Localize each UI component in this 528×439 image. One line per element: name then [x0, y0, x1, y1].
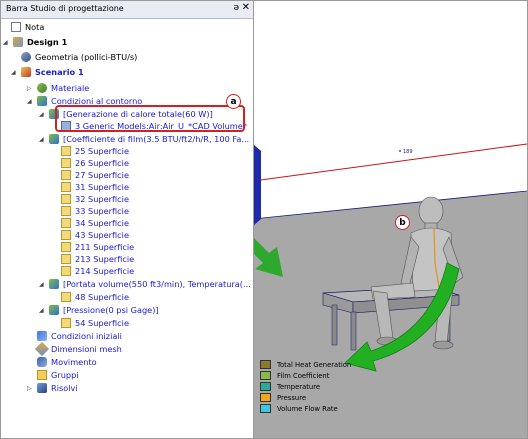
legend-label: Total Heat Generation: [277, 361, 352, 369]
tree-item-portata-volume[interactable]: ◢ [Portata volume(550 ft3/min), Temperatu…: [39, 278, 251, 291]
dimension-label: 189: [403, 149, 413, 155]
surface-icon: [61, 253, 71, 264]
initial-conditions-icon: [37, 330, 47, 341]
groups-icon: [37, 369, 47, 380]
tree-label: Nota: [25, 22, 45, 32]
surface-icon: [61, 157, 71, 168]
geometry-icon: [21, 51, 31, 62]
surface-icon: [61, 145, 71, 156]
collapse-arrow-icon[interactable]: ◢: [39, 133, 44, 146]
tree-item-surface[interactable]: 48 Superficie: [61, 291, 129, 304]
tree-label: Condizioni iniziali: [51, 331, 122, 341]
collapse-arrow-icon[interactable]: ◢: [39, 304, 44, 317]
tree-item-risolvi[interactable]: ▷ Risolvi: [27, 382, 78, 395]
tree-label: 54 Superficie: [75, 318, 129, 328]
tree-label: [Pressione(0 psi Gage)]: [63, 305, 159, 315]
legend-label: Pressure: [277, 394, 307, 402]
tree-item-nota[interactable]: Nota: [11, 21, 44, 34]
tree-item-surface[interactable]: 214 Superficie: [61, 265, 134, 278]
surface-icon: [61, 229, 71, 240]
tree-label: Geometria (pollici-BTU/s): [35, 52, 138, 62]
tree-label: 214 Superficie: [75, 266, 135, 276]
legend-item: Temperature: [260, 381, 351, 393]
legend-item: Volume Flow Rate: [260, 403, 351, 415]
boundary-condition-icon: [49, 304, 59, 315]
legend-item: Total Heat Generation: [260, 359, 352, 371]
material-icon: [37, 82, 47, 93]
collapse-arrow-icon[interactable]: ◢: [3, 36, 8, 49]
collapse-arrow-icon[interactable]: ◢: [39, 108, 44, 121]
surface-icon: [61, 193, 71, 204]
tree-label: Movimento: [51, 357, 97, 367]
tree-label: Design 1: [27, 37, 68, 47]
legend-item: Pressure: [260, 392, 351, 404]
panel-header: Barra Studio di progettazione ə ✕: [1, 1, 253, 19]
callout-a: a: [226, 94, 241, 109]
pin-icon[interactable]: ə: [233, 3, 239, 13]
tree-label: [Coefficiente di film(3.5 BTU/ft2/h/R, 1…: [63, 134, 250, 144]
tree-label: [Portata volume(550 ft3/min), Temperatur…: [63, 279, 251, 289]
tree-item-gruppi[interactable]: Gruppi: [37, 369, 79, 382]
panel-title: Barra Studio di progettazione: [6, 4, 124, 13]
tree-item-geometria[interactable]: Geometria (pollici-BTU/s): [21, 51, 137, 64]
tree-label: 27 Superficie: [75, 170, 129, 180]
boundary-condition-icon: [49, 278, 59, 289]
collapse-arrow-icon[interactable]: ◢: [27, 95, 32, 108]
boundary-condition-icon: [37, 95, 47, 106]
tree-item-movimento[interactable]: Movimento: [37, 356, 97, 369]
collapse-arrow-icon[interactable]: ◢: [39, 278, 44, 291]
tree-label: 33 Superficie: [75, 206, 129, 216]
surface-icon: [61, 317, 71, 328]
tree-label: Dimensioni mesh: [51, 344, 122, 354]
surface-icon: [61, 291, 71, 302]
design-study-bar: Barra Studio di progettazione ə ✕ Nota ◢…: [1, 1, 254, 438]
legend-label: Film Coefficient: [277, 372, 330, 380]
tree-label: 48 Superficie: [75, 292, 129, 302]
surface-icon: [61, 181, 71, 192]
scenario-icon: [21, 66, 31, 77]
tree-item-condizioni-iniziali[interactable]: Condizioni iniziali: [37, 330, 122, 343]
tree-label: 31 Superficie: [75, 182, 129, 192]
solve-icon: [37, 382, 47, 393]
legend: Total Heat Generation Film Coefficient T…: [260, 359, 352, 415]
tree-label: Gruppi: [51, 370, 79, 380]
close-icon[interactable]: ✕: [242, 2, 250, 13]
highlight-box: [55, 105, 245, 132]
tree-label: 26 Superficie: [75, 158, 129, 168]
tree-label: 43 Superficie: [75, 230, 129, 240]
surface-icon: [61, 217, 71, 228]
collapse-arrow-icon[interactable]: ◢: [11, 66, 16, 79]
design-icon: [13, 36, 23, 47]
tree-item-materiale[interactable]: ▷ Materiale: [27, 82, 89, 95]
callout-b: b: [395, 215, 410, 230]
boundary-condition-icon: [49, 133, 59, 144]
note-icon: [11, 21, 21, 32]
tree-label: 32 Superficie: [75, 194, 129, 204]
legend-label: Volume Flow Rate: [277, 405, 338, 413]
tree-label: 213 Superficie: [75, 254, 135, 264]
tree-label: Scenario 1: [35, 67, 84, 77]
tree-item-dimensioni-mesh[interactable]: Dimensioni mesh: [34, 341, 122, 356]
surface-icon: [61, 169, 71, 180]
tree-item-pressione[interactable]: ◢ [Pressione(0 psi Gage)]: [39, 304, 159, 317]
surface-icon: [61, 265, 71, 276]
tree-label: Risolvi: [51, 383, 78, 393]
surface-icon: [61, 205, 71, 216]
legend-item: Film Coefficient: [260, 370, 351, 382]
expand-arrow-icon[interactable]: ▷: [27, 82, 32, 95]
app-frame: 189 b Total Heat Generation Film Coeffic…: [0, 0, 528, 439]
tree-label: Materiale: [51, 83, 90, 93]
wall-sliver: [253, 144, 261, 226]
legend-label: Temperature: [277, 383, 321, 391]
expand-arrow-icon[interactable]: ▷: [27, 382, 32, 395]
surface-icon: [61, 241, 71, 252]
tree-item-design[interactable]: ◢ Design 1: [3, 36, 67, 49]
tree-label: 211 Superficie: [75, 242, 135, 252]
mesh-icon: [34, 341, 50, 356]
tree-item-surface[interactable]: 54 Superficie: [61, 317, 129, 330]
tree-label: 25 Superficie: [75, 146, 129, 156]
tree-label: 34 Superficie: [75, 218, 129, 228]
tree-item-scenario[interactable]: ◢ Scenario 1: [11, 66, 84, 79]
motion-icon: [37, 356, 47, 367]
